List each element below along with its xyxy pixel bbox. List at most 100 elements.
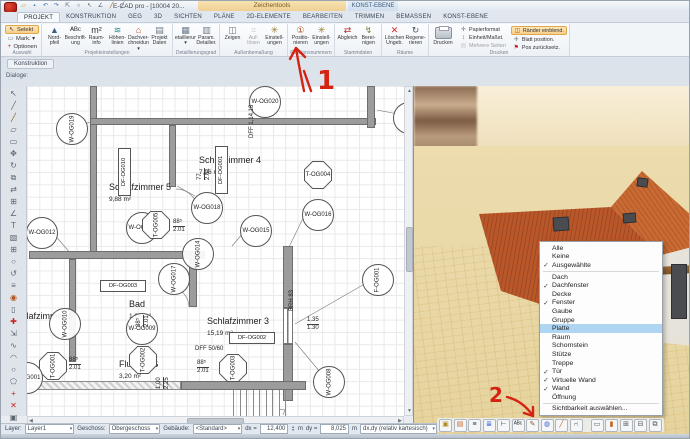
select-arrow-icon[interactable]: ↖ [7,88,20,100]
menu-item-platte[interactable]: Platte [540,324,662,333]
grid-3x3-icon[interactable]: ⊟ [634,419,647,432]
eraser-icon[interactable]: ▱ [7,124,20,136]
ränder-einblend-button[interactable]: ◫Ränder einblend. [511,26,567,35]
sheet-orange-icon[interactable]: ▤ [454,419,467,432]
lines-dark-icon[interactable]: ≡ [468,419,481,432]
vertical-scrollbar[interactable]: ▲ ▼ [404,86,413,416]
plan-view-2d[interactable]: Schlafzimmer 47,96 m²Schlafzimmer 59,88 … [27,86,404,416]
coordinate-mode-combo[interactable]: dx,dy (relativ kartesisch) [360,424,437,434]
undo-icon[interactable]: ↶ [41,2,50,10]
tab-3d[interactable]: 3D [148,12,168,22]
tab-2d-elemente[interactable]: 2D-ELEMENTE [241,12,297,22]
pen-icon[interactable]: ╱ [7,112,20,124]
tab-projekt[interactable]: PROJEKT [17,12,60,22]
menu-item-stütze[interactable]: Stütze [540,350,662,359]
löschen-ungeb-button[interactable]: ✕Löschen Ungeb. [384,25,405,50]
abc-icon[interactable]: ᴬᴮᶜ [512,419,525,432]
tab-bearbeiten[interactable]: BEARBEITEN [297,12,349,22]
delete-x-icon[interactable]: ✕ [7,400,20,412]
menu-item-alle[interactable]: Alle [540,244,662,253]
rotate-icon[interactable]: ↻ [7,160,20,172]
open-icon[interactable]: ▱ [19,2,28,10]
text-101-icon[interactable]: ⑁ [570,419,583,432]
menu-item-dachfenster[interactable]: ✓Dachfenster [540,281,662,290]
measure-icon[interactable]: ∠ [96,2,105,10]
edit-pencil-icon[interactable]: ✎ [526,419,539,432]
param-detailier-button[interactable]: ▥Param. Detailier. [196,25,217,50]
höhen-linien-button[interactable]: ≋Höhen-linien [107,25,128,50]
visibility-wand-icon[interactable]: ╱ [555,419,568,432]
tab-trimmen[interactable]: TRIMMEN [349,12,390,22]
dialog-window-icon[interactable]: ▭ [7,136,20,148]
menu-item-gaube[interactable]: Gaube [540,307,662,316]
geschoss-combo[interactable]: Obergeschoss [109,424,161,434]
menu-item-fenster[interactable]: ✓Fenster [540,299,662,308]
dim-text-icon[interactable]: ⊢ [497,419,510,432]
trash-icon[interactable]: ▯ [7,304,20,316]
tab-sichten[interactable]: SICHTEN [168,12,208,22]
einheit-maßst-checkbox[interactable]: ↕Einheit/Maßst. [458,34,508,41]
menu-item-sichtbarkeit-auswählen[interactable]: Sichtbarkeit auswählen... [540,405,662,414]
hatch-icon[interactable]: ▨ [7,232,20,244]
grid-2x2-icon[interactable]: ⊞ [620,419,633,432]
copy-icon[interactable]: ⧉ [7,172,20,184]
menu-item-tür[interactable]: ✓Tür [540,367,662,376]
window-orange-icon[interactable]: ▮ [605,419,618,432]
panel-tab-konstruktion[interactable]: Konstruktion [7,59,54,69]
globe-icon[interactable]: ◍ [541,419,554,432]
grid-icon[interactable]: ⊞ [7,244,20,256]
move-cross-icon[interactable]: ✚ [7,316,20,328]
auf-lösen-button[interactable]: ⌗Auf-lösen [243,25,264,50]
detaillierung-button[interactable]: ▦Detaillierung ▾ [175,25,196,50]
curve-icon[interactable]: ◠ [7,352,20,364]
move-icon[interactable]: ✥ [7,148,20,160]
berei-nigen-button[interactable]: ↯Berei-nigen [358,25,379,50]
selekt-button[interactable]: ↖Selekt [5,25,39,34]
zeigen-button[interactable]: ◫Zeigen [222,25,243,50]
array-icon[interactable]: ⊞ [7,196,20,208]
tab-geg[interactable]: GEG [122,12,148,22]
menu-item-keine[interactable]: Keine [540,253,662,262]
regene-rieren-button[interactable]: ↻Regene-rieren [405,25,426,50]
einstell-ungen-button[interactable]: ✳Einstell-ungen [264,25,285,50]
refresh-icon[interactable]: ↺ [7,268,20,280]
dx-spinner[interactable]: ▲▼ [291,426,294,433]
lines-blue-icon[interactable]: ≣ [483,419,496,432]
projekt-daten-button[interactable]: ▤Projekt Daten [149,25,170,50]
shield-icon[interactable]: ◉ [7,292,20,304]
beschrift-ung-button[interactable]: ᴬᴮᶜBeschrift-ung [65,25,86,50]
layer-combo[interactable]: Layer1 [25,424,75,434]
tab-bemassen[interactable]: BEMASSEN [390,12,437,22]
menu-item-schornstein[interactable]: Schornstein [540,342,662,351]
blatt-position-button[interactable]: ✛Blatt position. [511,36,567,43]
dx-input[interactable]: 12,400 [260,424,289,434]
select-icon[interactable]: ↖ [85,2,94,10]
view-3d[interactable]: AlleKeine✓AusgewählteDach✓DachfensterDec… [413,86,690,434]
menu-item-öffnung[interactable]: Öffnung [540,393,662,402]
scroll-down-icon[interactable]: ▼ [407,408,412,414]
circle-icon[interactable]: ○ [7,364,20,376]
menu-item-gruppe[interactable]: Gruppe [540,316,662,325]
einstell-ungen-button[interactable]: ✳Einstell-ungen [311,25,332,50]
nord-pfeil-button[interactable]: ▲Nord-pfeil [44,25,65,50]
zoom-icon[interactable]: ○ [74,2,83,10]
mark-button[interactable]: ▭Mark. ▾ [5,35,39,42]
tab-pläne[interactable]: PLÄNE [208,12,241,22]
menu-item-virtuelle-wand[interactable]: ✓Virtuelle Wand [540,376,662,385]
drucken-button[interactable]: Drucken [431,25,455,50]
menu-item-wand[interactable]: ✓Wand [540,385,662,394]
optionen-button[interactable]: +Optionen [5,43,39,50]
vertical-scroll-thumb[interactable] [406,227,413,272]
pencil-icon[interactable]: ╱ [7,100,20,112]
mehrere-seiten-checkbox[interactable]: ▤Mehrere Seiten [458,42,508,49]
text-icon[interactable]: T [7,220,20,232]
menu-item-ausgewählte[interactable]: ✓Ausgewählte [540,261,662,270]
menu-item-treppe[interactable]: Treppe [540,359,662,368]
polygon-icon[interactable]: ⬠ [7,376,20,388]
menu-item-decke[interactable]: Decke [540,290,662,299]
save-icon[interactable]: ▪ [30,2,39,10]
mirror-icon[interactable]: ⇄ [7,184,20,196]
gebaeude-combo[interactable]: <Standard> [193,424,243,434]
menu-item-raum[interactable]: Raum [540,333,662,342]
fit-view-icon[interactable]: ⇱ [63,2,72,10]
